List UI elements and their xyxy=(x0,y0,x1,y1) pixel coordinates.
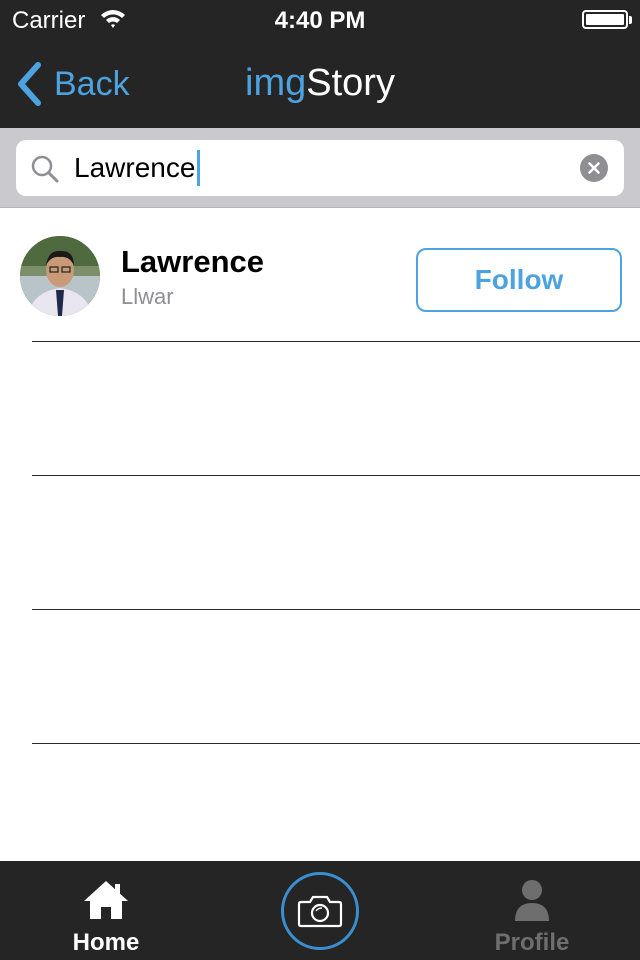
profile-icon xyxy=(515,880,549,921)
text-cursor xyxy=(197,150,200,186)
battery-icon xyxy=(582,10,628,29)
tab-profile-label: Profile xyxy=(494,929,570,956)
app-title-story: Story xyxy=(306,62,395,104)
user-name: Lawrence xyxy=(121,244,265,279)
clear-search-button[interactable] xyxy=(580,154,608,182)
tab-profile[interactable]: Profile xyxy=(452,861,612,960)
battery-nub xyxy=(629,16,632,24)
search-input[interactable] xyxy=(74,148,554,188)
app-title-img: img xyxy=(245,62,307,104)
row-divider xyxy=(32,609,640,610)
search-bar xyxy=(0,128,640,208)
user-handle: Llwar xyxy=(121,284,174,309)
navigation-bar: Carrier 4:40 PM Back imgStory xyxy=(0,0,640,128)
avatar[interactable] xyxy=(20,236,100,316)
search-icon xyxy=(30,154,60,189)
follow-button[interactable]: Follow xyxy=(416,248,622,312)
home-icon xyxy=(84,881,128,919)
camera-icon xyxy=(297,895,343,928)
search-field[interactable] xyxy=(16,140,624,196)
status-bar: Carrier 4:40 PM xyxy=(0,0,640,40)
status-time: 4:40 PM xyxy=(274,7,366,34)
user-result-row[interactable]: Lawrence Llwar Follow xyxy=(0,208,640,342)
row-divider xyxy=(32,341,640,342)
row-divider xyxy=(32,475,640,476)
app-title: imgStory xyxy=(0,62,640,105)
close-icon xyxy=(588,162,600,174)
camera-button[interactable] xyxy=(281,872,359,950)
tab-home[interactable]: Home xyxy=(26,861,186,960)
tab-home-label: Home xyxy=(72,929,140,956)
row-divider xyxy=(32,743,640,744)
tab-bar: Home Profile xyxy=(0,861,640,960)
